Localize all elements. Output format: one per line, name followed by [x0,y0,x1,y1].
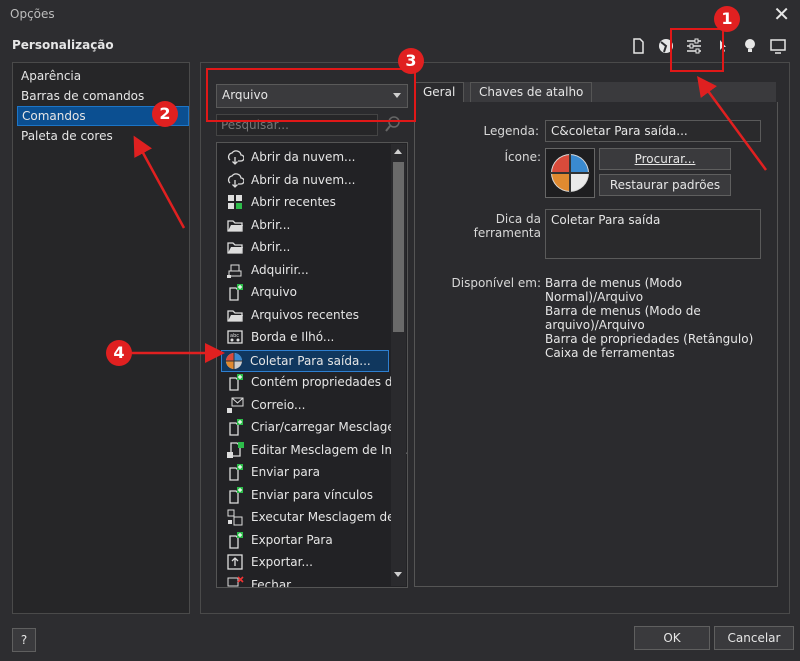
annotation-marker-3: 3 [398,48,424,74]
annotation-marker-1: 1 [714,6,740,32]
annotation-arrow-1 [697,75,768,171]
annotation-marker-2: 2 [152,101,178,127]
annotation-marker-4: 4 [106,340,132,366]
annotation-arrow-2 [133,135,186,229]
annotation-arrows [130,75,768,363]
